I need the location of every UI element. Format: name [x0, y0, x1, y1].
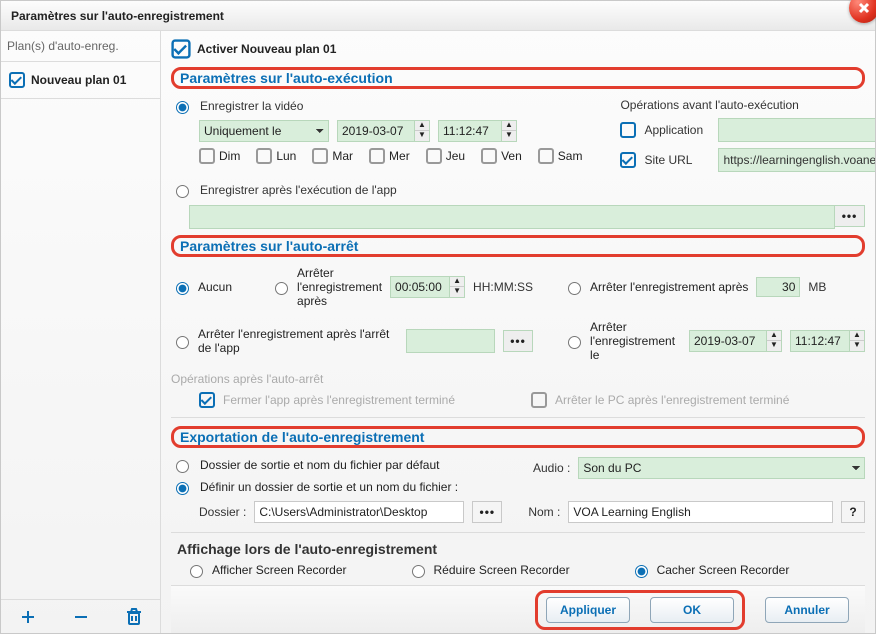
- day-mon-checkbox[interactable]: [256, 148, 272, 164]
- sidebar-header: Plan(s) d'auto-enreg.: [1, 31, 160, 62]
- display-hide-radio[interactable]: [635, 565, 648, 578]
- sidebar: Plan(s) d'auto-enreg. Nouveau plan 01: [1, 31, 161, 633]
- url-open-checkbox[interactable]: [620, 152, 636, 168]
- section-export-highlight: Exportation de l'auto-enregistrement: [171, 426, 865, 448]
- output-default-radio[interactable]: [176, 460, 189, 473]
- app-path-field[interactable]: [718, 118, 875, 142]
- section-exec-highlight: Paramètres sur l'auto-exécution: [171, 67, 865, 89]
- plus-icon: [19, 608, 37, 626]
- stop-time-field[interactable]: ▲▼: [790, 330, 865, 352]
- stop-size-radio[interactable]: [568, 282, 581, 295]
- section-exec-title: Paramètres sur l'auto-exécution: [178, 70, 395, 86]
- footer: Appliquer OK Annuler: [171, 585, 865, 633]
- record-video-radio[interactable]: [176, 101, 189, 114]
- record-after-app-browse-button[interactable]: •••: [835, 205, 865, 227]
- add-plan-button[interactable]: [15, 606, 41, 628]
- close-app-checkbox[interactable]: [199, 392, 215, 408]
- activate-plan-row: Activer Nouveau plan 01: [171, 37, 865, 65]
- activate-plan-label: Activer Nouveau plan 01: [197, 42, 336, 56]
- plan-item[interactable]: Nouveau plan 01: [1, 62, 160, 99]
- minus-icon: [72, 608, 90, 626]
- day-sun-checkbox[interactable]: [199, 148, 215, 164]
- post-ops-title: Opérations après l'auto-arrêt: [171, 372, 323, 386]
- footer-highlight: Appliquer OK: [535, 590, 745, 630]
- apply-button[interactable]: Appliquer: [546, 597, 630, 623]
- stop-duration-field[interactable]: ▲▼: [390, 276, 465, 298]
- plan-active-checkbox[interactable]: [9, 72, 25, 88]
- day-fri-checkbox[interactable]: [481, 148, 497, 164]
- stop-none-radio[interactable]: [176, 282, 189, 295]
- shutdown-pc-checkbox[interactable]: [531, 392, 547, 408]
- stop-after-app-browse-button[interactable]: •••: [503, 330, 533, 352]
- section-stop-title: Paramètres sur l'auto-arrêt: [178, 238, 360, 254]
- trash-icon: [126, 608, 142, 626]
- display-reduce-radio[interactable]: [412, 565, 425, 578]
- section-export-title: Exportation de l'auto-enregistrement: [178, 429, 426, 445]
- ok-button[interactable]: OK: [650, 597, 734, 623]
- app-launch-checkbox[interactable]: [620, 122, 636, 138]
- output-folder-field[interactable]: [254, 501, 464, 523]
- activate-plan-checkbox[interactable]: [171, 39, 190, 58]
- stop-after-app-radio[interactable]: [176, 336, 189, 349]
- schedule-mode-select[interactable]: Uniquement le: [199, 120, 329, 142]
- record-after-app-radio[interactable]: [176, 185, 189, 198]
- section-display-title: Affichage lors de l'auto-enregistrement: [171, 539, 443, 559]
- main-panel: Activer Nouveau plan 01 Paramètres sur l…: [161, 31, 875, 633]
- record-after-app-path-field[interactable]: [189, 205, 835, 229]
- sidebar-toolbar: [1, 599, 160, 633]
- name-help-button[interactable]: ?: [841, 501, 865, 523]
- pre-ops-title: Opérations avant l'auto-exécution: [620, 98, 798, 112]
- record-after-app-label: Enregistrer après l'exécution de l'app: [200, 183, 397, 197]
- record-video-label: Enregistrer la vidéo: [200, 99, 303, 113]
- day-sat-checkbox[interactable]: [538, 148, 554, 164]
- settings-window: Paramètres sur l'auto-enregistrement Pla…: [0, 0, 876, 634]
- schedule-date-field[interactable]: ▲▼: [337, 120, 430, 142]
- output-custom-radio[interactable]: [176, 482, 189, 495]
- date-down-icon[interactable]: ▼: [415, 131, 429, 141]
- delete-plan-button[interactable]: [121, 606, 147, 628]
- plan-label: Nouveau plan 01: [31, 73, 126, 87]
- close-icon: [857, 1, 871, 15]
- output-name-field[interactable]: [568, 501, 833, 523]
- stop-datetime-radio[interactable]: [568, 336, 581, 349]
- section-stop-highlight: Paramètres sur l'auto-arrêt: [171, 235, 865, 257]
- display-show-radio[interactable]: [190, 565, 203, 578]
- app-launch-label: Application: [644, 123, 710, 137]
- url-field[interactable]: https://learningenglish.voanews.: [718, 148, 875, 172]
- window-title: Paramètres sur l'auto-enregistrement: [11, 9, 224, 23]
- stop-duration-radio[interactable]: [275, 282, 288, 295]
- schedule-time-field[interactable]: ▲▼: [438, 120, 517, 142]
- day-tue-checkbox[interactable]: [312, 148, 328, 164]
- time-down-icon[interactable]: ▼: [502, 131, 516, 141]
- titlebar: Paramètres sur l'auto-enregistrement: [1, 1, 875, 31]
- stop-date-field[interactable]: ▲▼: [689, 330, 782, 352]
- cancel-button[interactable]: Annuler: [765, 597, 849, 623]
- output-folder-browse-button[interactable]: •••: [472, 501, 502, 523]
- audio-select[interactable]: Son du PC: [578, 457, 865, 479]
- day-wed-checkbox[interactable]: [369, 148, 385, 164]
- stop-after-app-field[interactable]: [406, 329, 495, 353]
- remove-plan-button[interactable]: [68, 606, 94, 628]
- url-open-label: Site URL: [644, 153, 710, 167]
- day-thu-checkbox[interactable]: [426, 148, 442, 164]
- stop-size-field[interactable]: [756, 277, 800, 297]
